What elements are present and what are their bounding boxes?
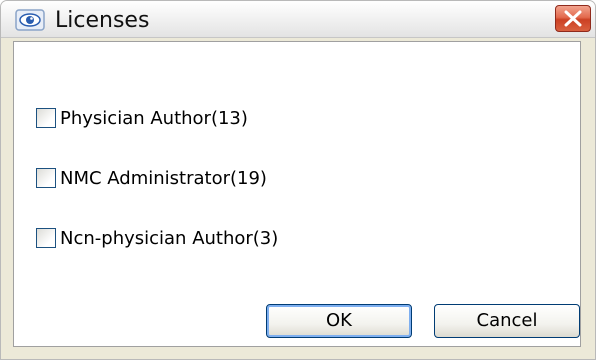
checkbox[interactable] <box>36 168 56 188</box>
option-label: Ncn-physician Author(3) <box>60 227 279 249</box>
option-label: NMC Administrator(19) <box>60 167 267 189</box>
checkbox[interactable] <box>36 108 56 128</box>
ok-button[interactable]: OK <box>266 304 412 338</box>
eye-icon <box>15 9 45 31</box>
option-label: Physician Author(13) <box>60 107 248 129</box>
close-button[interactable] <box>555 5 591 32</box>
title-bar[interactable]: Licenses <box>1 1 595 38</box>
option-non-physician-author[interactable]: Ncn-physician Author(3) <box>36 226 278 250</box>
option-physician-author[interactable]: Physician Author(13) <box>36 106 248 130</box>
checkbox[interactable] <box>36 228 56 248</box>
option-nmc-administrator[interactable]: NMC Administrator(19) <box>36 166 267 190</box>
close-icon <box>564 10 582 27</box>
licenses-dialog: Licenses Physician Author(13) NMC Admini… <box>0 0 596 360</box>
dialog-title: Licenses <box>55 8 150 33</box>
cancel-button[interactable]: Cancel <box>434 304 580 338</box>
dialog-content: Physician Author(13) NMC Administrator(1… <box>13 41 581 347</box>
